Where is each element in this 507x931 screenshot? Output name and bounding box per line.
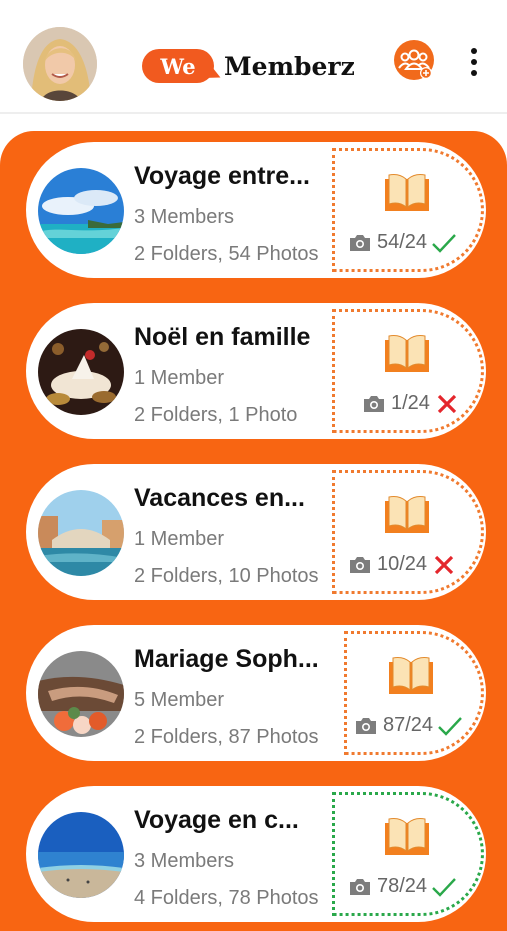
open-book-icon [389, 657, 433, 694]
group-title: Voyage entre... [134, 162, 310, 190]
app-header: We Memberz [0, 0, 507, 114]
cross-icon [434, 555, 454, 574]
more-menu-button[interactable] [466, 46, 482, 78]
check-icon [438, 716, 462, 736]
logo-badge: We [142, 49, 214, 83]
group-thumbnail [38, 490, 124, 576]
album-progress[interactable]: 78/24 [332, 792, 484, 916]
album-progress[interactable]: 87/24 [344, 631, 484, 755]
open-book-icon [385, 335, 429, 372]
group-members: 1 Member [134, 528, 225, 550]
group-title: Mariage Soph... [134, 645, 319, 673]
camera-icon [350, 234, 370, 251]
group-members: 3 Members [134, 206, 235, 228]
group-title: Noël en famille [134, 323, 311, 351]
group-card[interactable]: Voyage entre... 3 Members 2 Folders, 54 … [26, 142, 486, 278]
group-list-panel: Voyage entre... 3 Members 2 Folders, 54 … [0, 131, 507, 931]
open-book-icon [385, 496, 429, 533]
group-add-icon [398, 49, 432, 79]
group-card[interactable]: Vacances en... 1 Member 2 Folders, 10 Ph… [26, 464, 486, 600]
group-thumbnail [38, 168, 124, 254]
photo-count: 78/24 [377, 875, 428, 897]
group-folders: 4 Folders, 78 Photos [134, 887, 319, 909]
album-progress[interactable]: 10/24 [332, 470, 484, 594]
camera-icon [350, 878, 370, 895]
group-folders: 2 Folders, 10 Photos [134, 565, 319, 587]
group-thumbnail [38, 651, 124, 737]
photo-count: 54/24 [377, 231, 428, 253]
dot-icon [471, 48, 477, 54]
group-thumbnail [38, 812, 124, 898]
group-members: 1 Member [134, 367, 225, 389]
group-title: Voyage en c... [134, 806, 299, 834]
photo-count: 10/24 [377, 553, 428, 575]
camera-icon [356, 717, 376, 734]
open-book-icon [385, 818, 429, 855]
logo-name: Memberz [224, 51, 355, 81]
album-progress[interactable]: 1/24 [332, 309, 484, 433]
profile-avatar[interactable] [23, 27, 97, 101]
group-folders: 2 Folders, 1 Photo [134, 404, 298, 426]
group-card[interactable]: Voyage en c... 3 Members 4 Folders, 78 P… [26, 786, 486, 922]
photo-count: 1/24 [391, 392, 430, 414]
open-book-icon [385, 174, 429, 211]
photo-count: 87/24 [383, 714, 434, 736]
group-card[interactable]: Mariage Soph... 5 Member 2 Folders, 87 P… [26, 625, 486, 761]
dot-icon [471, 70, 477, 76]
group-folders: 2 Folders, 54 Photos [134, 243, 319, 265]
groups-add-button[interactable] [394, 40, 434, 80]
camera-icon [350, 556, 370, 573]
group-members: 5 Member [134, 689, 225, 711]
group-thumbnail [38, 329, 124, 415]
group-card[interactable]: Noël en famille 1 Member 2 Folders, 1 Ph… [26, 303, 486, 439]
group-title: Vacances en... [134, 484, 305, 512]
dot-icon [471, 59, 477, 65]
check-icon [432, 233, 456, 253]
app-logo: We Memberz [142, 47, 355, 85]
album-progress[interactable]: 54/24 [332, 148, 484, 272]
group-members: 3 Members [134, 850, 235, 872]
camera-icon [364, 395, 384, 412]
group-folders: 2 Folders, 87 Photos [134, 726, 319, 748]
check-icon [432, 877, 456, 897]
cross-icon [437, 394, 457, 413]
